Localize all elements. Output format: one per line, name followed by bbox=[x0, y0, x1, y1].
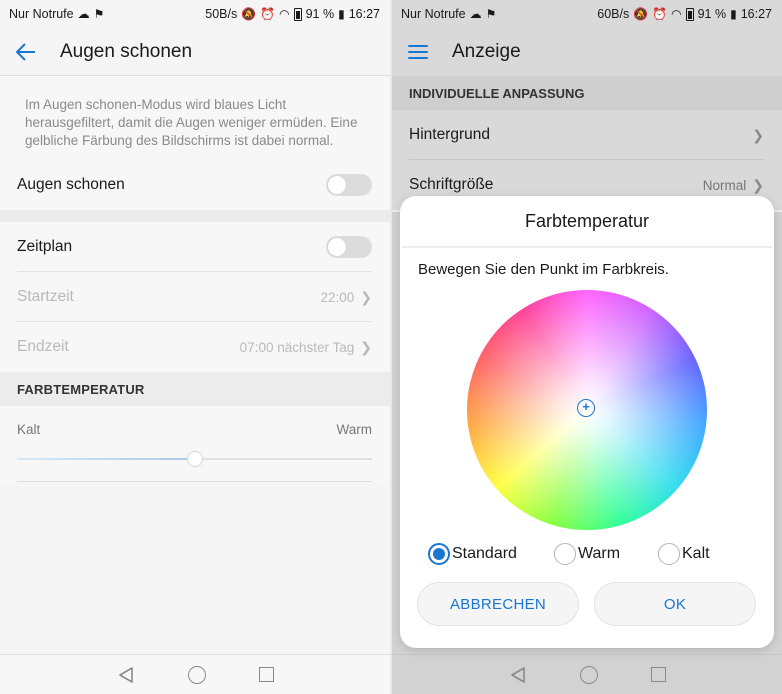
hamburger-icon[interactable] bbox=[392, 28, 444, 76]
system-nav-bar bbox=[392, 654, 782, 694]
radio-checked-icon[interactable] bbox=[428, 543, 450, 565]
network-speed: 50B/s bbox=[205, 7, 238, 21]
option-warm-label: Warm bbox=[578, 545, 621, 562]
font-size-value: Normal bbox=[702, 177, 747, 193]
dialog-title: Farbtemperatur bbox=[402, 196, 772, 248]
slider-thumb[interactable] bbox=[186, 451, 203, 467]
wallpaper-row[interactable]: Hintergrund ❯ bbox=[392, 110, 782, 160]
cloud-icon: ☁ bbox=[469, 7, 482, 21]
dialog-hint: Bewegen Sie den Punkt im Farbkreis. bbox=[418, 261, 669, 278]
start-time-value: 22:00 bbox=[320, 289, 355, 305]
chevron-right-icon: ❯ bbox=[360, 288, 372, 305]
option-standard[interactable]: Standard bbox=[428, 543, 554, 565]
slider-min-label: Kalt bbox=[17, 422, 41, 437]
clock: 16:27 bbox=[740, 7, 772, 21]
end-time-row[interactable]: Endzeit 07:00 nächster Tag ❯ bbox=[0, 322, 390, 372]
radio-unchecked-icon[interactable] bbox=[658, 543, 680, 565]
carrier-text: Nur Notrufe bbox=[9, 7, 74, 21]
network-speed: 60B/s bbox=[597, 7, 630, 21]
battery-full-icon: ▮ bbox=[730, 7, 737, 21]
nav-recents-icon[interactable] bbox=[650, 667, 666, 682]
nav-recents-icon[interactable] bbox=[258, 667, 274, 682]
mute-icon: 🔕 bbox=[241, 7, 257, 21]
eye-comfort-label: Augen schonen bbox=[17, 176, 125, 193]
start-time-label: Startzeit bbox=[17, 288, 74, 305]
schedule-row[interactable]: Zeitplan bbox=[0, 222, 390, 272]
chevron-right-icon: ❯ bbox=[752, 126, 764, 143]
battery-icon bbox=[293, 7, 302, 21]
clock: 16:27 bbox=[348, 7, 380, 21]
temperature-options: Standard Warm Kalt bbox=[400, 540, 774, 568]
radio-unchecked-icon[interactable] bbox=[554, 543, 576, 565]
start-time-row[interactable]: Startzeit 22:00 ❯ bbox=[0, 272, 390, 322]
option-warm[interactable]: Warm bbox=[554, 543, 658, 565]
mute-icon: 🔕 bbox=[633, 7, 649, 21]
display-settings-screen: Nur Notrufe ☁ ⚑ 60B/s 🔕 ⏰ ◠ 91 % ▮ 16:27… bbox=[392, 0, 782, 694]
nav-back-icon[interactable] bbox=[117, 666, 135, 684]
alarm-icon: ⏰ bbox=[652, 7, 668, 21]
cloud-icon: ☁ bbox=[77, 7, 90, 21]
wifi-icon: ◠ bbox=[279, 7, 290, 21]
color-temperature-header: FARBTEMPERATUR bbox=[0, 372, 390, 406]
status-bar: Nur Notrufe ☁ ⚑ 50B/s 🔕 ⏰ ◠ 91 % ▮ 16:27 bbox=[0, 0, 390, 28]
slider-max-label: Warm bbox=[336, 422, 373, 437]
end-time-label: Endzeit bbox=[17, 338, 69, 355]
color-wheel[interactable]: + bbox=[467, 290, 707, 530]
wallpaper-label: Hintergrund bbox=[409, 126, 490, 143]
custom-adjustment-header: INDIVIDUELLE ANPASSUNG bbox=[392, 76, 782, 110]
eye-comfort-row[interactable]: Augen schonen bbox=[0, 160, 390, 210]
nav-back-icon[interactable] bbox=[509, 666, 527, 684]
app-bar: Augen schonen bbox=[0, 28, 390, 76]
app-bar: Anzeige bbox=[392, 28, 782, 76]
page-title: Anzeige bbox=[452, 41, 521, 62]
dialog-buttons: ABBRECHEN OK bbox=[417, 582, 756, 626]
color-temperature-slider-block: Kalt Warm bbox=[0, 406, 390, 482]
description-text: Im Augen schonen-Modus wird blaues Licht… bbox=[0, 76, 390, 160]
color-temperature-dialog: Farbtemperatur Bewegen Sie den Punkt im … bbox=[400, 196, 774, 648]
option-cold[interactable]: Kalt bbox=[658, 543, 710, 565]
option-standard-label: Standard bbox=[452, 545, 517, 562]
slider-fill bbox=[17, 458, 195, 460]
nav-home-icon[interactable] bbox=[579, 665, 598, 684]
arrow-left-icon[interactable] bbox=[0, 28, 52, 76]
schedule-label: Zeitplan bbox=[17, 238, 73, 255]
status-bar: Nur Notrufe ☁ ⚑ 60B/s 🔕 ⏰ ◠ 91 % ▮ 16:27 bbox=[392, 0, 782, 28]
color-picker-point-icon[interactable]: + bbox=[577, 399, 595, 417]
battery-level: 91 % bbox=[697, 7, 727, 21]
battery-icon bbox=[685, 7, 694, 21]
font-size-label: Schriftgröße bbox=[409, 176, 494, 193]
end-time-value: 07:00 nächster Tag bbox=[239, 339, 355, 355]
system-nav-bar bbox=[0, 654, 390, 694]
page-title: Augen schonen bbox=[60, 40, 193, 62]
alarm-icon: ⏰ bbox=[260, 7, 276, 21]
color-temperature-slider[interactable] bbox=[17, 451, 372, 467]
notification-icon: ⚑ bbox=[485, 7, 497, 21]
eye-comfort-screen: Nur Notrufe ☁ ⚑ 50B/s 🔕 ⏰ ◠ 91 % ▮ 16:27… bbox=[0, 0, 390, 694]
schedule-toggle[interactable] bbox=[326, 236, 372, 258]
ok-button[interactable]: OK bbox=[594, 582, 756, 626]
carrier-text: Nur Notrufe bbox=[401, 7, 466, 21]
notification-icon: ⚑ bbox=[93, 7, 105, 21]
battery-level: 91 % bbox=[305, 7, 335, 21]
battery-full-icon: ▮ bbox=[338, 7, 345, 21]
section-gap bbox=[0, 210, 390, 222]
wifi-icon: ◠ bbox=[671, 7, 682, 21]
option-cold-label: Kalt bbox=[682, 545, 710, 562]
eye-comfort-toggle[interactable] bbox=[326, 174, 372, 196]
chevron-right-icon: ❯ bbox=[360, 338, 372, 355]
cancel-button[interactable]: ABBRECHEN bbox=[417, 582, 579, 626]
divider bbox=[17, 481, 372, 482]
chevron-right-icon: ❯ bbox=[752, 176, 764, 193]
nav-home-icon[interactable] bbox=[187, 665, 206, 684]
